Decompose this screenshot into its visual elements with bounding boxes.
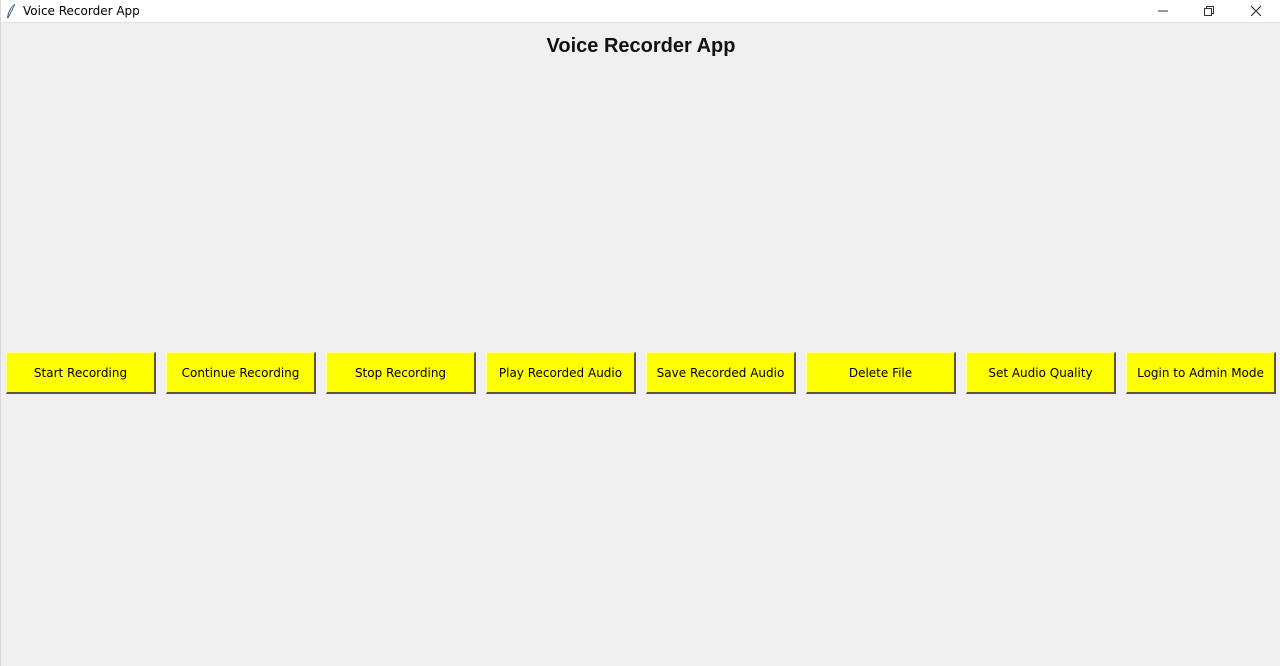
minimize-icon bbox=[1157, 2, 1169, 21]
close-icon bbox=[1250, 2, 1262, 21]
restore-icon bbox=[1203, 2, 1215, 21]
continue-recording-button[interactable]: Continue Recording bbox=[166, 352, 316, 394]
stop-recording-button[interactable]: Stop Recording bbox=[326, 352, 476, 394]
window-title: Voice Recorder App bbox=[23, 4, 140, 18]
title-bar[interactable]: Voice Recorder App bbox=[1, 0, 1280, 23]
play-recorded-audio-button[interactable]: Play Recorded Audio bbox=[486, 352, 636, 394]
delete-file-button[interactable]: Delete File bbox=[806, 352, 956, 394]
minimize-button[interactable] bbox=[1140, 0, 1186, 23]
save-recorded-audio-button[interactable]: Save Recorded Audio bbox=[646, 352, 796, 394]
page-title: Voice Recorder App bbox=[546, 35, 736, 57]
feather-icon bbox=[5, 3, 17, 20]
login-admin-mode-button[interactable]: Login to Admin Mode bbox=[1126, 352, 1276, 394]
start-recording-button[interactable]: Start Recording bbox=[6, 352, 156, 394]
maximize-button[interactable] bbox=[1186, 0, 1232, 23]
close-button[interactable] bbox=[1233, 0, 1279, 23]
app-window: Voice Recorder App Voice Recorder App St… bbox=[0, 0, 1280, 666]
set-audio-quality-button[interactable]: Set Audio Quality bbox=[966, 352, 1116, 394]
